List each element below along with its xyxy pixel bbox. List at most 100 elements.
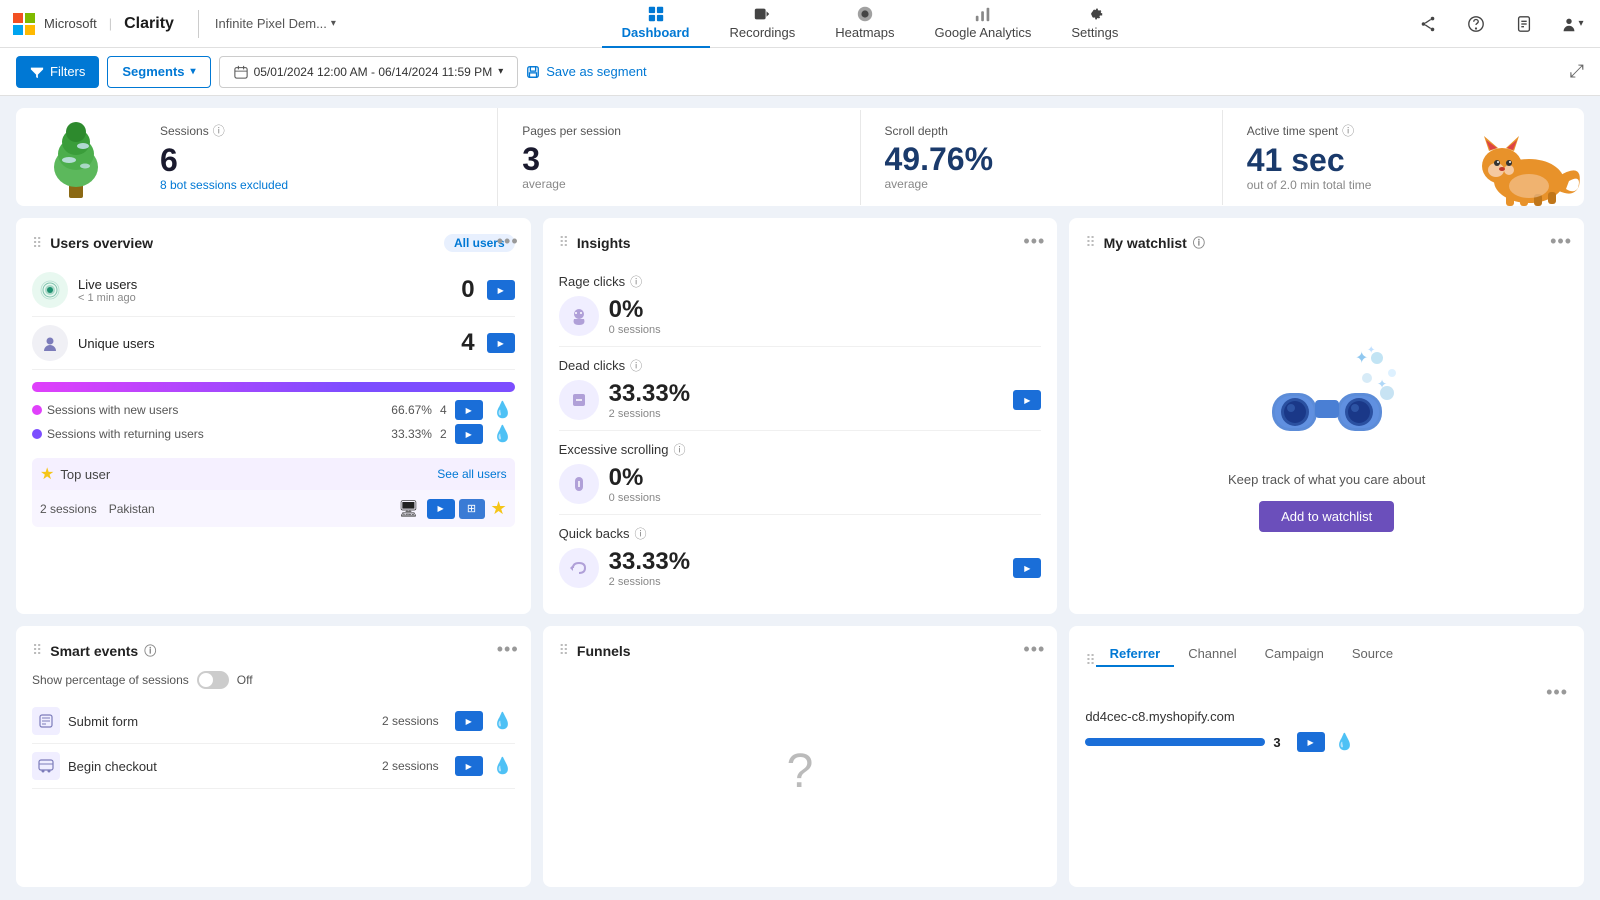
- referrer-item: dd4cec-c8.myshopify.com 3 💧: [1085, 709, 1568, 752]
- tab-dashboard[interactable]: Dashboard: [602, 0, 710, 48]
- quick-backs-row: 33.33% 2 sessions: [559, 548, 1042, 588]
- begin-checkout-icon: [32, 752, 60, 780]
- quick-backs-icon: [559, 548, 599, 588]
- tab-heatmaps[interactable]: Heatmaps: [815, 0, 914, 48]
- quick-backs-block: Quick backs ⓘ 33.33% 2 sessions: [559, 515, 1042, 598]
- returning-users-bar: [354, 382, 515, 392]
- toolbar: Filters Segments ▾ 05/01/2024 12:00 AM -…: [0, 48, 1600, 96]
- dead-clicks-row: 33.33% 2 sessions: [559, 380, 1042, 420]
- top-user-header: ★ Top user See all users: [32, 458, 515, 490]
- funnels-title: Funnels: [577, 643, 631, 659]
- referrer-record-button[interactable]: [1297, 732, 1325, 752]
- new-users-bar: [32, 382, 354, 392]
- dead-clicks-icon: [559, 380, 599, 420]
- users-overview-title: Users overview: [50, 235, 153, 251]
- excessive-scrolling-info-icon[interactable]: ⓘ: [673, 441, 685, 458]
- referrer-heatmap-button[interactable]: 💧: [1333, 732, 1357, 752]
- users-more-menu[interactable]: •••: [497, 232, 519, 250]
- active-time-info-icon[interactable]: ⓘ: [1342, 122, 1354, 139]
- save-segment-button[interactable]: Save as segment: [526, 64, 646, 79]
- users-overview-card: ⠿ Users overview All users ••• Live user…: [16, 218, 531, 614]
- users-overview-header: ⠿ Users overview All users •••: [32, 234, 515, 252]
- tab-google-analytics[interactable]: Google Analytics: [915, 0, 1052, 48]
- tab-dashboard-label: Dashboard: [622, 25, 690, 40]
- expand-icon[interactable]: ⤢: [1570, 61, 1584, 82]
- top-user-label: Top user: [60, 467, 110, 482]
- watchlist-info-icon[interactable]: ⓘ: [1193, 234, 1205, 251]
- dead-clicks-record-button[interactable]: [1013, 390, 1041, 410]
- unique-users-label: Unique users: [78, 336, 461, 351]
- quick-backs-info-icon[interactable]: ⓘ: [634, 525, 646, 542]
- insights-card: ⠿ Insights ••• Rage clicks ⓘ 0% 0 sessio…: [543, 218, 1058, 614]
- insights-more-menu[interactable]: •••: [1023, 232, 1045, 250]
- funnels-more-menu[interactable]: •••: [1023, 640, 1045, 658]
- new-users-count: 4: [440, 403, 447, 417]
- top-user-device-icon: 🖥: [398, 499, 418, 519]
- main-grid-top: ⠿ Users overview All users ••• Live user…: [16, 218, 1584, 614]
- submit-form-heatmap-button[interactable]: 💧: [491, 711, 515, 731]
- referrer-more-menu[interactable]: •••: [1085, 683, 1568, 701]
- dead-clicks-info-icon[interactable]: ⓘ: [630, 357, 642, 374]
- watchlist-drag-icon: ⠿: [1085, 234, 1095, 251]
- date-range-label: 05/01/2024 12:00 AM - 06/14/2024 11:59 P…: [254, 65, 493, 79]
- document-icon[interactable]: [1508, 8, 1540, 40]
- share-icon[interactable]: [1412, 8, 1444, 40]
- sessions-info-icon[interactable]: ⓘ: [213, 122, 225, 139]
- top-user-heatmap-button[interactable]: ⊞: [459, 499, 485, 519]
- settings-icon: [1086, 5, 1104, 23]
- segments-button[interactable]: Segments ▾: [107, 56, 210, 88]
- tab-channel[interactable]: Channel: [1174, 642, 1250, 667]
- tab-settings-label: Settings: [1071, 25, 1118, 40]
- dead-clicks-block: Dead clicks ⓘ 33.33% 2 sessions: [559, 347, 1042, 431]
- rage-clicks-info-icon[interactable]: ⓘ: [630, 273, 642, 290]
- tab-settings[interactable]: Settings: [1051, 0, 1138, 48]
- returning-users-heatmap-button[interactable]: 💧: [491, 424, 515, 444]
- quick-backs-record-button[interactable]: [1013, 558, 1041, 578]
- filters-button[interactable]: Filters: [16, 56, 99, 88]
- tab-campaign[interactable]: Campaign: [1251, 642, 1338, 667]
- tab-source[interactable]: Source: [1338, 642, 1407, 667]
- begin-checkout-heatmap-button[interactable]: 💧: [491, 756, 515, 776]
- begin-checkout-record-button[interactable]: [455, 756, 483, 776]
- smart-events-more-menu[interactable]: •••: [497, 640, 519, 658]
- excessive-scrolling-row: 0% 0 sessions: [559, 464, 1042, 504]
- date-range-button[interactable]: 05/01/2024 12:00 AM - 06/14/2024 11:59 P…: [219, 56, 519, 88]
- top-user-record-button[interactable]: [427, 499, 455, 519]
- dead-clicks-sessions: 2 sessions: [609, 408, 1004, 420]
- new-users-heatmap-button[interactable]: 💧: [491, 400, 515, 420]
- unique-users-record-button[interactable]: [487, 333, 515, 353]
- sessions-percentage-toggle[interactable]: [197, 671, 229, 689]
- referrer-bar: [1085, 738, 1265, 746]
- save-icon: [526, 65, 540, 79]
- submit-form-event-row: Submit form 2 sessions 💧: [32, 699, 515, 744]
- recordings-icon: [753, 5, 771, 23]
- add-to-watchlist-button[interactable]: Add to watchlist: [1259, 501, 1394, 532]
- sessions-value: 6: [160, 143, 473, 178]
- nav-divider: [198, 10, 199, 38]
- live-users-record-button[interactable]: [487, 280, 515, 300]
- new-users-record-button[interactable]: [455, 400, 483, 420]
- smart-events-info-icon[interactable]: ⓘ: [144, 642, 156, 659]
- live-users-sub: < 1 min ago: [78, 292, 461, 304]
- returning-users-legend-right: 33.33% 2 💧: [391, 424, 514, 444]
- insights-header: ⠿ Insights •••: [559, 234, 1042, 251]
- segments-chevron-icon: ▾: [191, 66, 196, 77]
- main-content: Sessions ⓘ 6 8 bot sessions excluded Pag…: [0, 96, 1600, 900]
- new-users-legend-label: Sessions with new users: [47, 403, 178, 417]
- live-users-icon: [32, 272, 68, 308]
- account-icon[interactable]: ▾: [1556, 8, 1588, 40]
- project-selector[interactable]: Infinite Pixel Dem... ▾: [215, 16, 336, 31]
- watchlist-more-menu[interactable]: •••: [1550, 232, 1572, 250]
- begin-checkout-event-row: Begin checkout 2 sessions 💧: [32, 744, 515, 789]
- help-icon[interactable]: [1460, 8, 1492, 40]
- rage-clicks-title: Rage clicks ⓘ: [559, 273, 1042, 290]
- tab-recordings-label: Recordings: [730, 25, 796, 40]
- tab-referrer[interactable]: Referrer: [1096, 642, 1175, 667]
- returning-users-record-button[interactable]: [455, 424, 483, 444]
- referrer-count: 3: [1273, 735, 1280, 750]
- nav-tabs: Dashboard Recordings Heatmaps Google Ana…: [602, 0, 1139, 48]
- see-all-users-link[interactable]: See all users: [437, 467, 506, 481]
- submit-form-record-button[interactable]: [455, 711, 483, 731]
- referrer-card: ⠿ Referrer Channel Campaign Source ••• d…: [1069, 626, 1584, 887]
- tab-recordings[interactable]: Recordings: [710, 0, 816, 48]
